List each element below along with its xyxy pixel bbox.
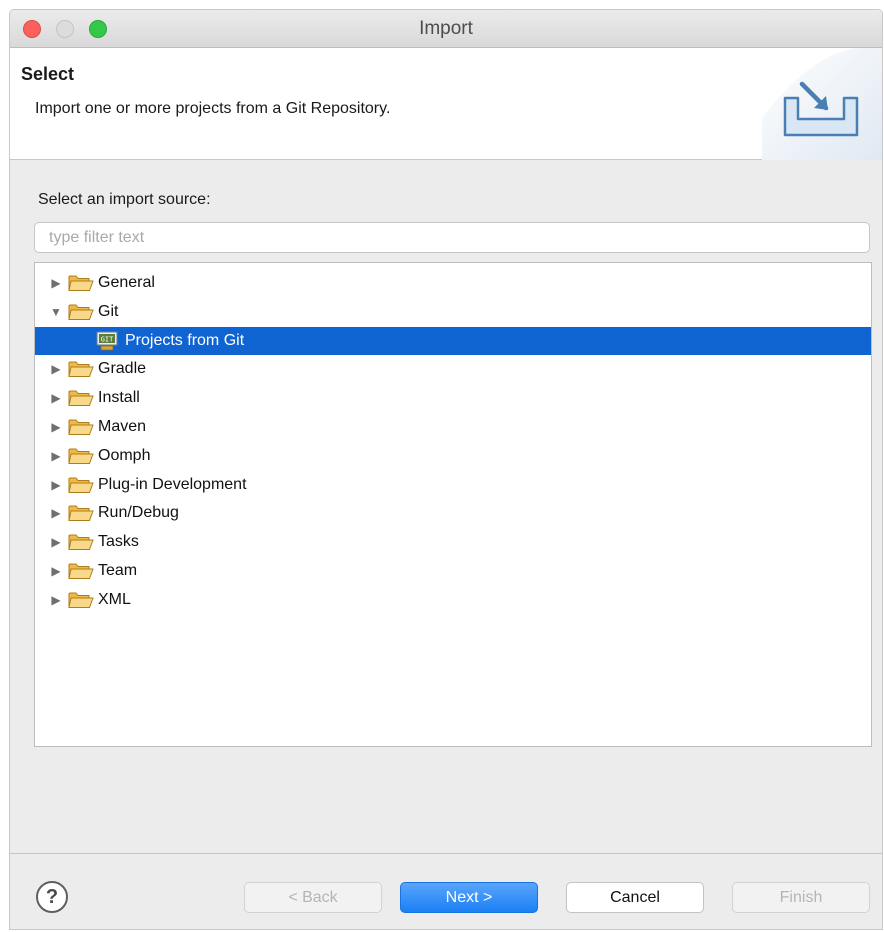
import-source-tree[interactable]: ▶ General ▼ Git GIT Projects from Git ▶ Gradle ▶… bbox=[34, 262, 872, 747]
tree-item-label: Projects from Git bbox=[125, 331, 245, 349]
expand-arrow-icon[interactable]: ▶ bbox=[49, 499, 63, 527]
folder-icon bbox=[68, 447, 94, 465]
expand-arrow-icon[interactable]: ▶ bbox=[49, 586, 63, 614]
tree-item-install[interactable]: ▶ Install bbox=[35, 384, 871, 412]
back-button[interactable]: < Back bbox=[244, 882, 382, 913]
folder-icon bbox=[68, 418, 94, 436]
expand-arrow-icon[interactable]: ▶ bbox=[49, 269, 63, 297]
folder-icon bbox=[68, 303, 94, 321]
tree-item-label: XML bbox=[98, 590, 131, 608]
expand-arrow-icon[interactable]: ▶ bbox=[49, 442, 63, 470]
cancel-button[interactable]: Cancel bbox=[566, 882, 704, 913]
tree-item-gradle[interactable]: ▶ Gradle bbox=[35, 355, 871, 383]
folder-icon bbox=[68, 389, 94, 407]
tree-item-label: Install bbox=[98, 389, 140, 407]
svg-text:GIT: GIT bbox=[101, 335, 114, 343]
tree-item-label: General bbox=[98, 274, 155, 291]
expand-arrow-icon[interactable]: ▶ bbox=[49, 413, 63, 441]
expand-arrow-icon[interactable]: ▶ bbox=[49, 471, 63, 499]
folder-icon bbox=[68, 591, 94, 609]
import-dialog: Import Select Import one or more project… bbox=[9, 9, 883, 930]
import-wizard-icon bbox=[762, 48, 882, 160]
tree-item-projects-from-git[interactable]: GIT Projects from Git bbox=[35, 326, 871, 355]
window-title: Import bbox=[419, 18, 473, 39]
tree-item-xml[interactable]: ▶ XML bbox=[35, 586, 871, 614]
tree-item-label: Run/Debug bbox=[98, 504, 179, 522]
tree-item-git[interactable]: ▼ Git bbox=[35, 298, 871, 326]
expand-arrow-icon[interactable]: ▶ bbox=[49, 355, 63, 383]
next-button[interactable]: Next > bbox=[400, 882, 538, 913]
folder-icon bbox=[68, 274, 94, 292]
expand-arrow-icon[interactable]: ▶ bbox=[49, 528, 63, 556]
git-repo-icon: GIT bbox=[96, 331, 118, 351]
tree-item-oomph[interactable]: ▶ Oomph bbox=[35, 442, 871, 470]
folder-icon bbox=[68, 533, 94, 551]
tree-item-maven[interactable]: ▶ Maven bbox=[35, 413, 871, 441]
expand-arrow-icon[interactable]: ▶ bbox=[49, 557, 63, 585]
finish-button[interactable]: Finish bbox=[732, 882, 870, 913]
tree-item-label: Maven bbox=[98, 418, 147, 435]
title-bar: Import bbox=[10, 10, 882, 48]
page-title: Select bbox=[21, 64, 75, 84]
folder-icon bbox=[68, 476, 94, 494]
tree-item-plug-in-development[interactable]: ▶ Plug-in Development bbox=[35, 471, 871, 499]
folder-icon bbox=[68, 504, 94, 522]
folder-icon bbox=[68, 360, 94, 378]
tree-item-team[interactable]: ▶ Team bbox=[35, 557, 871, 585]
tree-item-label: Gradle bbox=[98, 360, 147, 378]
folder-icon bbox=[68, 562, 94, 580]
collapse-arrow-icon[interactable]: ▼ bbox=[49, 298, 63, 326]
tree-item-label: Tasks bbox=[98, 533, 139, 551]
tree-item-label: Git bbox=[98, 302, 119, 320]
page-description: Import one or more projects from a Git R… bbox=[35, 100, 391, 117]
help-icon[interactable]: ? bbox=[36, 881, 68, 913]
tree-item-tasks[interactable]: ▶ Tasks bbox=[35, 528, 871, 556]
tree-item-general[interactable]: ▶ General bbox=[35, 269, 871, 297]
expand-arrow-icon[interactable]: ▶ bbox=[49, 384, 63, 412]
tree-item-label: Plug-in Development bbox=[98, 475, 247, 493]
import-source-label: Select an import source: bbox=[38, 191, 211, 208]
footer-divider bbox=[10, 853, 882, 854]
tree-item-run-debug[interactable]: ▶ Run/Debug bbox=[35, 499, 871, 527]
tree-item-label: Team bbox=[98, 562, 138, 579]
tree-item-label: Oomph bbox=[98, 446, 151, 464]
wizard-header: Select Import one or more projects from … bbox=[10, 48, 882, 160]
filter-input[interactable] bbox=[34, 222, 870, 253]
